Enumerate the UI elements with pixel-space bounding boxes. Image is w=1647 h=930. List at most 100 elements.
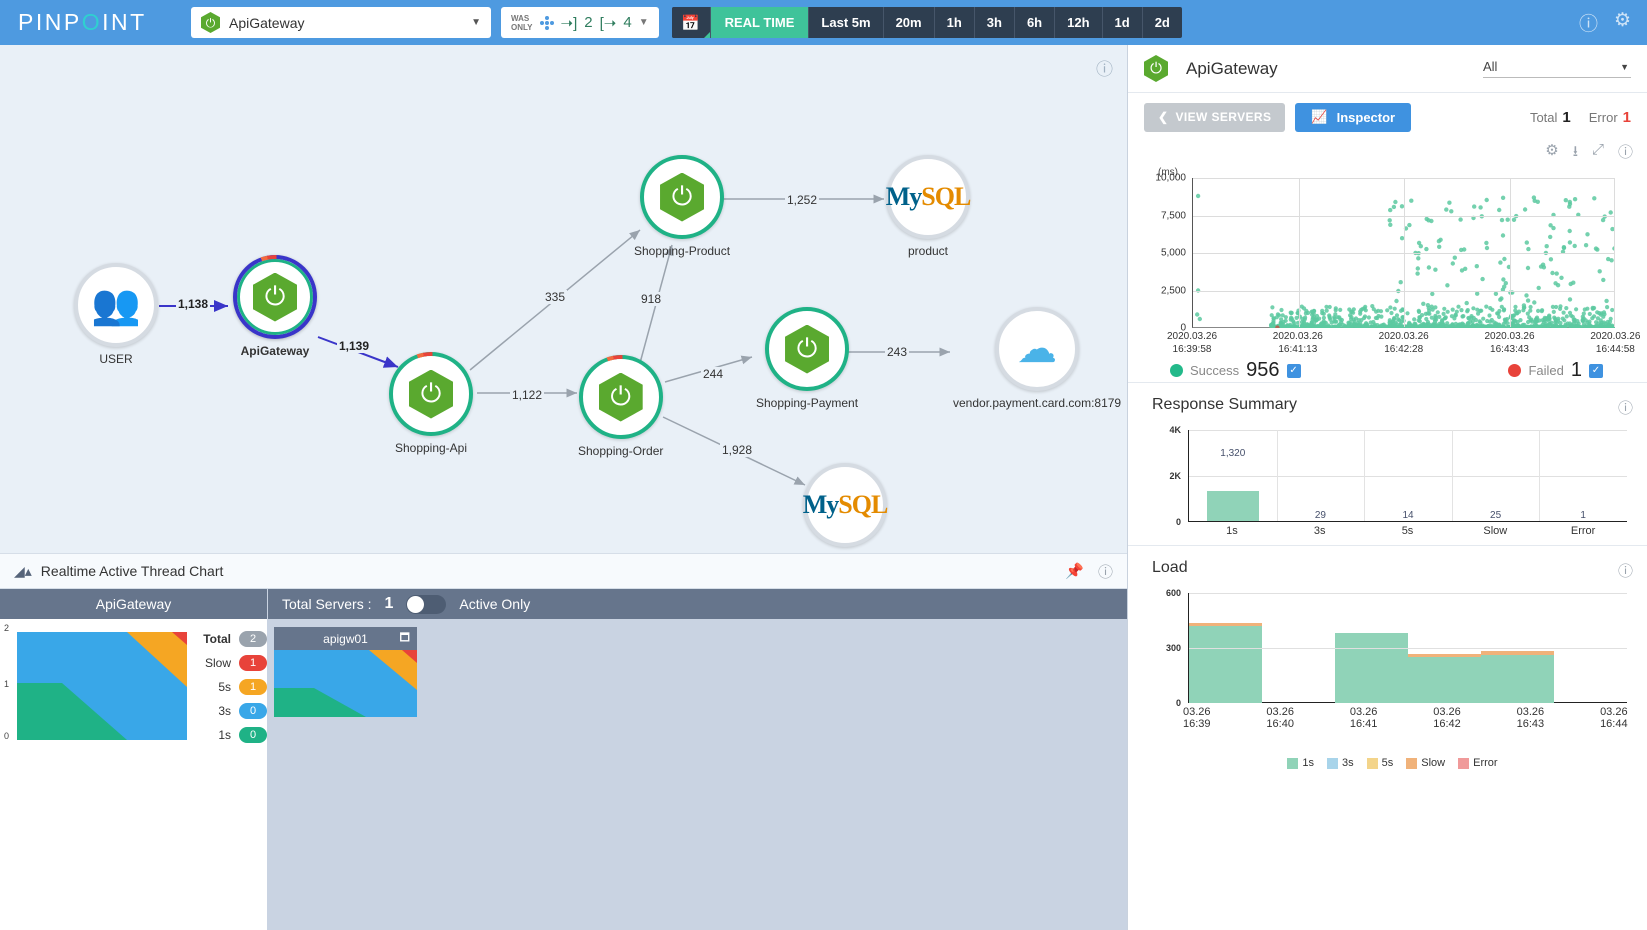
legend-value: 0: [239, 727, 267, 743]
servermap-node-user[interactable]: 👥 USER: [74, 263, 158, 366]
success-checkbox[interactable]: ✓: [1287, 364, 1301, 378]
expand-icon[interactable]: ⤢: [1592, 141, 1604, 163]
application-selector[interactable]: ⏻ ApiGateway ▼: [191, 7, 491, 38]
server-filter-control[interactable]: WASONLY ➝] 2 [➝ 4 ▼: [501, 7, 659, 38]
legend-error[interactable]: Error: [1458, 757, 1497, 769]
x-tick-3s: 3s: [1314, 525, 1326, 537]
x-tick-slow: Slow: [1483, 525, 1507, 537]
node-circle: ⏻: [389, 352, 473, 436]
time-button-realtime[interactable]: REAL TIME: [710, 7, 809, 38]
node-label: Shopping-Payment: [756, 396, 858, 410]
y-tick-1: 1: [4, 679, 9, 689]
servermap-node-apigateway[interactable]: ⏻ ApiGateway: [233, 255, 317, 358]
failed-label: Failed: [1528, 363, 1563, 378]
scatter-y-axis: 10,000 7,500 5,000 2,500 0: [1140, 178, 1190, 328]
legend-slow[interactable]: Slow: [1406, 757, 1445, 769]
legend-value: 1: [239, 655, 267, 671]
y-tick-4k: 4K: [1169, 425, 1181, 435]
time-button-1h[interactable]: 1h: [934, 7, 974, 38]
load-title: Load: [1152, 559, 1633, 577]
legend-label: 1s: [218, 728, 231, 742]
download-icon[interactable]: ⭳: [1573, 141, 1578, 163]
response-summary-chart[interactable]: 4K 2K 0 1,320 29 14 25 1 1s 3s: [1152, 430, 1633, 545]
time-button-12h[interactable]: 12h: [1054, 7, 1101, 38]
swatch-icon: [1367, 758, 1378, 769]
time-button-6h[interactable]: 6h: [1014, 7, 1054, 38]
scatter-x-axis: 2020.03.2616:39:58 2020.03.2616:41:13 20…: [1192, 330, 1633, 364]
legend-value: 2: [239, 631, 267, 647]
outbound-count: 4: [623, 14, 631, 31]
thread-chart-right: Total Servers : 1 Active Only apigw01 🗖: [268, 589, 1127, 930]
view-servers-button[interactable]: ❮ VIEW SERVERS: [1144, 103, 1285, 132]
server-map[interactable]: ⓘ 👥 USER ⏻: [0, 45, 1127, 553]
legend-label: 3s: [218, 704, 231, 718]
node-circle: MySQL: [886, 155, 970, 239]
node-circle: 👥: [74, 263, 158, 347]
legend-value: 0: [239, 703, 267, 719]
servermap-node-vendor[interactable]: ☁ vendor.payment.card.com:8179: [953, 307, 1121, 410]
help-icon[interactable]: ⓘ: [1098, 561, 1113, 582]
x-tick-error: Error: [1571, 525, 1595, 537]
legend-row-slow: Slow1: [203, 651, 267, 675]
node-label: vendor.payment.card.com:8179: [953, 396, 1121, 410]
realtime-active-thread-chart-panel: ◢▴ Realtime Active Thread Chart 📌 ⓘ ApiG…: [0, 553, 1127, 930]
gear-icon[interactable]: ⚙: [1614, 9, 1631, 36]
load-chart[interactable]: 600 300 0: [1152, 593, 1633, 723]
response-time-scatter-chart[interactable]: (ms) 10,000 7,500 5,000 2,500 0 2: [1128, 163, 1647, 382]
servermap-node-shopping-product[interactable]: ⏻ Shopping-Product: [634, 155, 730, 258]
bar-value-1s: 1,320: [1220, 448, 1245, 459]
node-label: USER: [74, 352, 158, 366]
app-logo: PINPOINT: [18, 9, 183, 36]
legend-row-1s: 1s 0: [203, 723, 267, 747]
plot-area: 1,320 29 14 25 1: [1188, 430, 1627, 522]
servermap-node-order[interactable]: MySQL order: [803, 463, 887, 553]
time-button-last5m[interactable]: Last 5m: [808, 7, 882, 38]
servermap-node-shopping-order[interactable]: ⏻ Shopping-Order: [578, 355, 663, 458]
legend-row-3s: 3s 0: [203, 699, 267, 723]
servermap-node-product[interactable]: MySQL product: [886, 155, 970, 258]
help-icon[interactable]: ⓘ: [1618, 397, 1633, 418]
thread-chart-left: ApiGateway 2 1 0: [0, 589, 268, 930]
pin-icon[interactable]: 📌: [1065, 562, 1084, 580]
error-value: 1: [1623, 109, 1631, 126]
help-icon[interactable]: ⓘ: [1579, 9, 1598, 36]
total-servers-value: 1: [384, 595, 393, 613]
legend-3s[interactable]: 3s: [1327, 757, 1354, 769]
server-card-header: apigw01 🗖: [274, 627, 417, 650]
panel-actions: ❮ VIEW SERVERS 📈 Inspector Total1 Error1: [1128, 93, 1647, 141]
calendar-button[interactable]: 📅: [672, 7, 710, 38]
active-only-toggle[interactable]: [406, 595, 446, 614]
edge-label: 918: [639, 292, 663, 306]
external-link-icon[interactable]: 🗖: [400, 629, 410, 648]
servermap-node-shopping-payment[interactable]: ⏻ Shopping-Payment: [756, 307, 858, 410]
server-card-apigw01[interactable]: apigw01 🗖: [274, 627, 417, 722]
time-button-2d[interactable]: 2d: [1142, 7, 1182, 38]
chevron-down-icon: ▼: [639, 17, 649, 28]
agent-filter-select[interactable]: All ▼: [1483, 59, 1631, 78]
edge-label: 1,122: [510, 388, 544, 402]
was-only-label: WASONLY: [511, 14, 533, 32]
gear-icon[interactable]: ⚙: [1545, 141, 1558, 163]
response-summary-section: ⓘ Response Summary 4K 2K 0 1,320 29 14 2…: [1128, 382, 1647, 545]
node-label: Shopping-Order: [578, 444, 663, 458]
total-stat: Total1: [1530, 109, 1571, 126]
time-button-20m[interactable]: 20m: [883, 7, 934, 38]
time-button-3h[interactable]: 3h: [974, 7, 1014, 38]
servermap-node-shopping-api[interactable]: ⏻ Shopping-Api: [389, 352, 473, 455]
legend-1s[interactable]: 1s: [1287, 757, 1314, 769]
edge-label: 1,252: [785, 193, 819, 207]
help-icon[interactable]: ⓘ: [1618, 141, 1633, 163]
y-tick-2k: 2K: [1169, 471, 1181, 481]
total-servers-header: Total Servers : 1 Active Only: [268, 589, 1127, 619]
thread-chart-legend: Total2 Slow1 5s1 3s0 1s0: [203, 627, 267, 747]
legend-5s[interactable]: 5s: [1367, 757, 1394, 769]
total-servers-label: Total Servers :: [282, 596, 371, 612]
scatter-plot-area[interactable]: [1192, 178, 1615, 328]
edge-label: 1,139: [337, 339, 371, 353]
legend-label: Total: [203, 632, 231, 646]
inspector-button[interactable]: 📈 Inspector: [1295, 103, 1411, 132]
time-button-1d[interactable]: 1d: [1102, 7, 1142, 38]
logo-dot: O: [82, 9, 102, 35]
failed-checkbox[interactable]: ✓: [1589, 364, 1603, 378]
help-icon[interactable]: ⓘ: [1618, 560, 1633, 581]
